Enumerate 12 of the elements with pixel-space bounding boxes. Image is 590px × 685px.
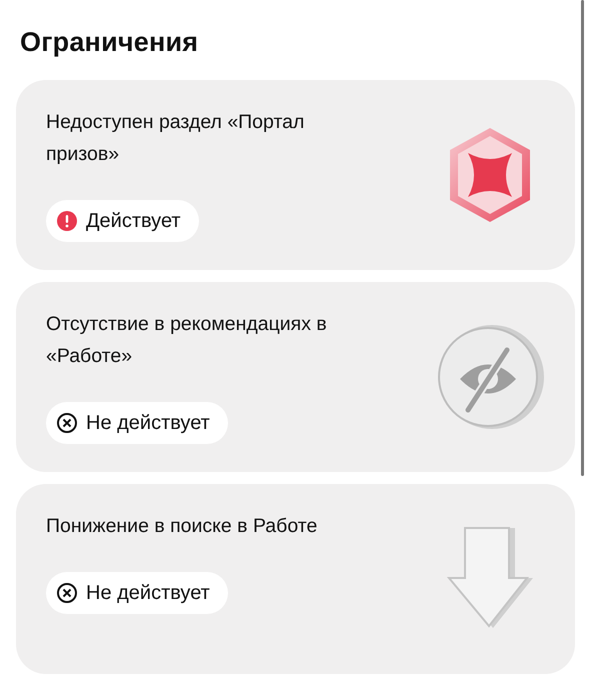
status-badge: Не действует <box>46 402 228 444</box>
restriction-title: Отсутствие в рекомендациях в «Работе» <box>46 312 328 369</box>
restriction-title: Недоступен раздел «Портал призов» <box>46 110 306 167</box>
status-badge: Не действует <box>46 572 228 614</box>
restriction-title: Понижение в поиске в Работе <box>46 514 318 539</box>
cross-circle-icon <box>56 582 78 604</box>
status-badge: Действует <box>46 200 199 242</box>
page-title: Ограничения <box>20 26 200 59</box>
cross-circle-icon <box>56 412 78 434</box>
scrollbar[interactable] <box>581 0 584 476</box>
alert-icon <box>56 210 78 232</box>
crossed-eye-icon <box>435 322 545 432</box>
